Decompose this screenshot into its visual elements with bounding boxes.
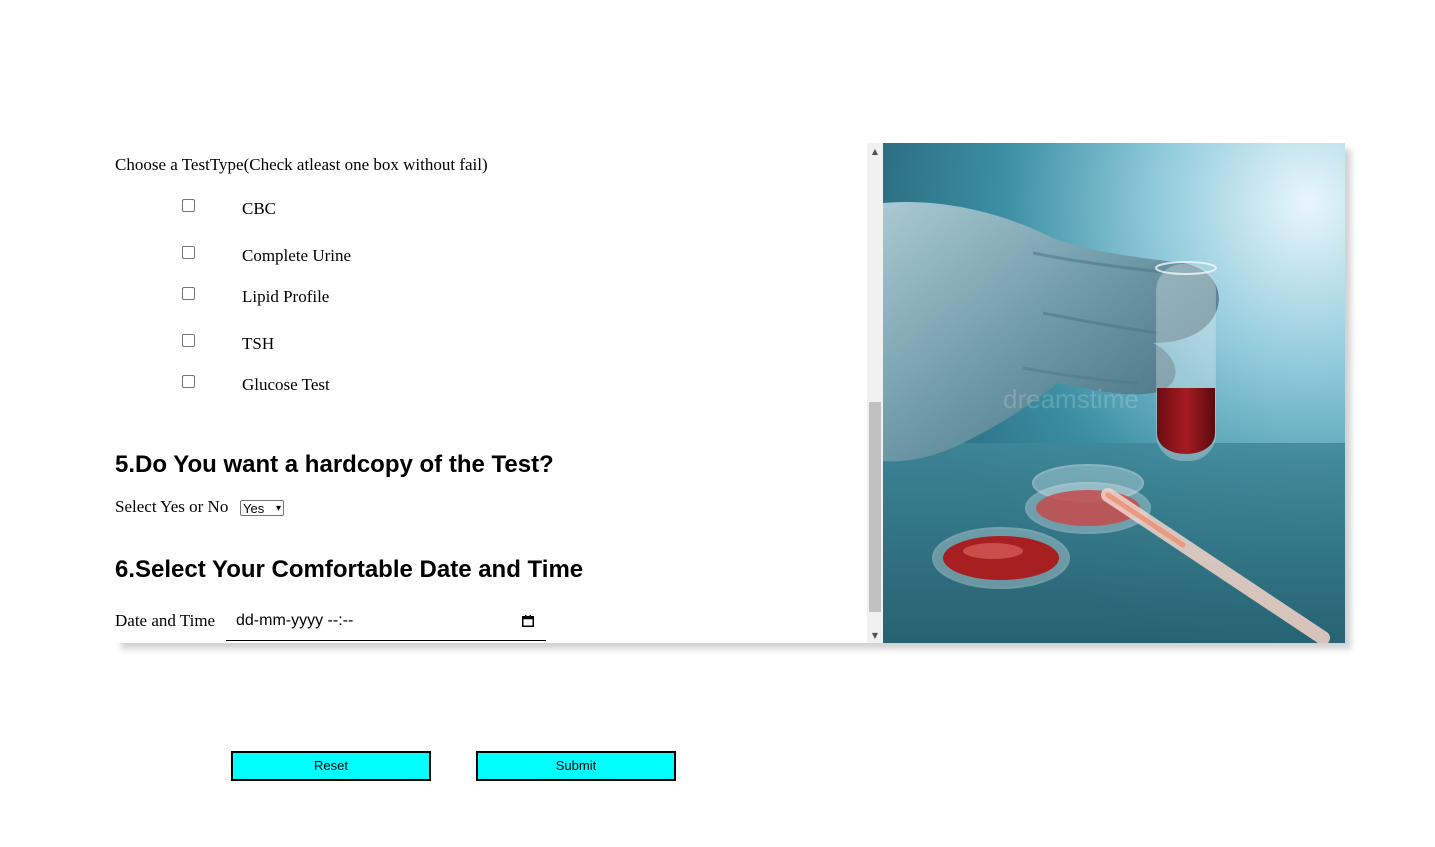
hardcopy-heading: 5.Do You want a hardcopy of the Test? <box>115 451 554 478</box>
option-label: Glucose Test <box>242 375 330 394</box>
hardcopy-label: Select Yes or No <box>115 497 229 516</box>
scroll-down-arrow-icon[interactable]: ▼ <box>867 627 883 643</box>
calendar-icon[interactable] <box>522 615 534 627</box>
test-type-prompt: Choose a TestType(Check atleast one box … <box>115 155 488 174</box>
date-time-heading: 6.Select Your Comfortable Date and Time <box>115 556 584 583</box>
tsh-checkbox[interactable] <box>182 334 195 347</box>
scroll-thumb[interactable] <box>869 402 881 612</box>
lipid-profile-checkbox[interactable] <box>182 287 195 300</box>
cbc-checkbox[interactable] <box>182 199 195 212</box>
submit-button[interactable]: Submit <box>476 751 676 781</box>
date-time-label: Date and Time <box>115 611 216 630</box>
scrollable-form-pane[interactable]: Choose a TestType(Check atleast one box … <box>115 143 867 643</box>
hardcopy-select[interactable]: Yes ▾ <box>240 500 284 516</box>
chevron-down-icon: ▾ <box>275 503 281 514</box>
scroll-up-arrow-icon[interactable]: ▲ <box>867 143 883 159</box>
option-label: Lipid Profile <box>242 287 330 306</box>
option-label: TSH <box>242 334 275 353</box>
complete-urine-checkbox[interactable] <box>182 246 195 259</box>
form-scrollbar[interactable]: ▲ ▼ <box>867 143 883 643</box>
reset-button[interactable]: Reset <box>231 751 431 781</box>
lab-test-photo: dreamstime <box>883 143 1345 643</box>
option-label: Complete Urine <box>242 246 352 265</box>
photo-watermark: dreamstime <box>1003 384 1139 414</box>
glucose-test-checkbox[interactable] <box>182 375 195 388</box>
date-time-input[interactable]: dd-mm-yyyy --:-- <box>226 607 546 641</box>
form-card: Choose a TestType(Check atleast one box … <box>115 143 1345 643</box>
hardcopy-select-value: Yes <box>243 501 265 516</box>
option-label: CBC <box>242 199 277 218</box>
date-time-placeholder: dd-mm-yyyy --:-- <box>236 612 354 629</box>
